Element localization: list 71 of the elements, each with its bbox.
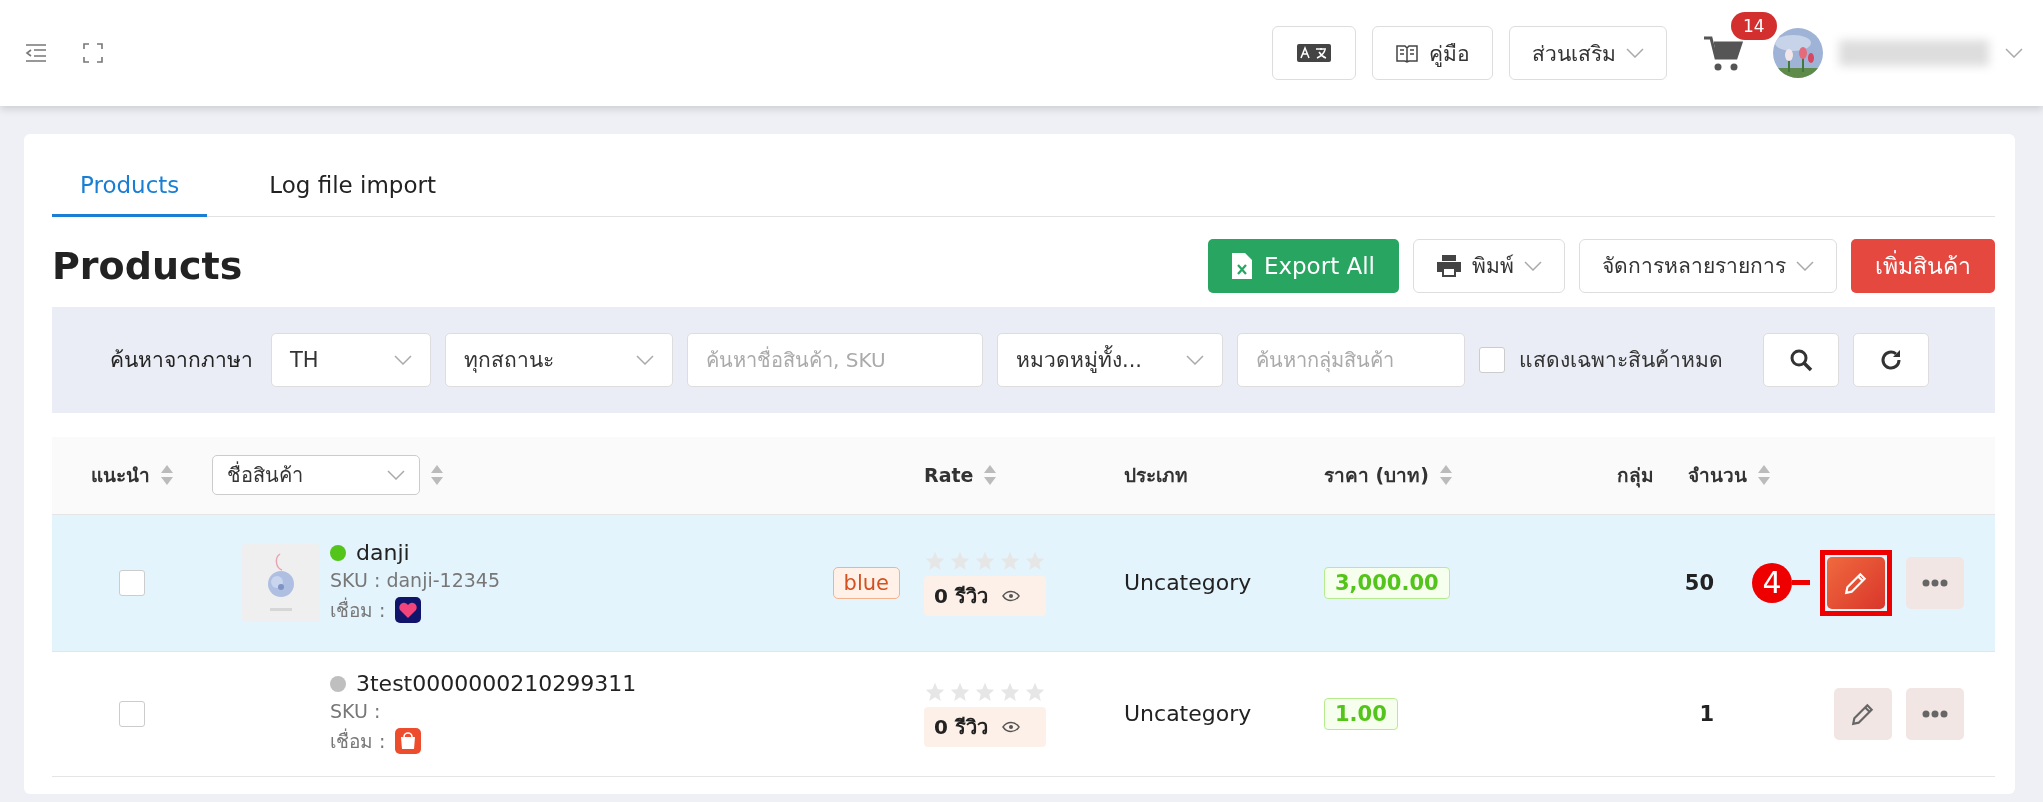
product-name[interactable]: 3test0000000210299311: [356, 671, 637, 696]
manual-button[interactable]: คู่มือ: [1372, 26, 1493, 80]
printer-icon: [1436, 253, 1462, 278]
product-tag: blue: [832, 566, 900, 599]
eye-icon: [1001, 589, 1020, 602]
name-column-select[interactable]: ชื่อสินค้า: [212, 455, 420, 495]
quantity: 50: [1684, 570, 1714, 595]
add-product-button[interactable]: เพิ่มสินค้า: [1851, 238, 1995, 293]
row-checkbox[interactable]: [119, 569, 145, 596]
page-title: Products: [52, 243, 244, 288]
fullscreen-icon[interactable]: [82, 42, 104, 64]
more-icon: [1922, 709, 1948, 718]
product-name[interactable]: danji: [356, 540, 410, 565]
account-chevron-icon: [2005, 48, 2023, 58]
quantity: 1: [1699, 701, 1714, 726]
row-checkbox[interactable]: [119, 700, 145, 727]
chevron-down-icon: [394, 354, 412, 365]
sku-text: SKU : danji-12345: [330, 569, 501, 591]
price-tag: 3,000.00: [1324, 566, 1450, 599]
language-select[interactable]: TH: [271, 332, 431, 387]
price-tag: 1.00: [1324, 697, 1398, 730]
review-count[interactable]: 0 รีวิว: [924, 706, 1046, 747]
tab[interactable]: Products: [52, 158, 208, 217]
column-header: ราคา (บาท): [1324, 463, 1429, 488]
group-search-field[interactable]: ค้นหากลุ่มสินค้า: [1237, 332, 1465, 387]
search-button[interactable]: [1763, 332, 1839, 387]
filter-label: ค้นหาจากภาษา: [110, 347, 253, 374]
more-button[interactable]: [1906, 556, 1964, 609]
bulk-actions-dropdown[interactable]: จัดการหลายรายการ: [1579, 238, 1837, 293]
chevron-down-icon: [1796, 260, 1814, 271]
checkbox[interactable]: [1479, 346, 1505, 373]
more-button[interactable]: [1906, 687, 1964, 740]
book-icon: [1395, 43, 1419, 63]
link-label: เชื่อม :: [330, 727, 386, 754]
link-label: เชื่อม :: [330, 596, 386, 623]
more-icon: [1922, 578, 1948, 587]
edit-button[interactable]: [1827, 556, 1885, 609]
review-count[interactable]: 0 รีวิว: [924, 575, 1046, 616]
sku-text: SKU :: [330, 700, 382, 722]
column-header: จำนวน: [1687, 463, 1747, 488]
tab[interactable]: Log file import: [241, 158, 464, 217]
eye-icon: [1001, 720, 1020, 733]
category-select[interactable]: หมวดหมู่ทั้ง...: [997, 332, 1223, 387]
chevron-down-icon: [1626, 48, 1644, 58]
chevron-down-icon: [1524, 260, 1542, 271]
product-type: Uncategory: [1124, 570, 1252, 595]
chevron-down-icon: [636, 354, 654, 365]
cart-icon[interactable]: [1703, 34, 1743, 72]
edit-button[interactable]: [1834, 687, 1892, 740]
column-header: Rate: [924, 464, 974, 486]
chevron-down-icon: [1186, 354, 1204, 365]
checkbox-label: แสดงเฉพาะสินค้าหมด: [1519, 347, 1723, 374]
search-field[interactable]: ค้นหาชื่อสินค้า, SKU: [687, 332, 983, 387]
menu-collapse-icon[interactable]: [24, 43, 48, 63]
addons-dropdown[interactable]: ส่วนเสริม: [1509, 26, 1667, 80]
translate-button[interactable]: [1272, 26, 1356, 80]
column-header: แนะนำ: [90, 463, 150, 488]
translate-icon: [1297, 44, 1331, 62]
shopping-bag-icon: [395, 728, 422, 754]
cart-count-badge: 14: [1731, 12, 1777, 40]
product-type: Uncategory: [1124, 701, 1252, 726]
table-row[interactable]: danji SKU : danji-12345 เชื่อม : blue 0 รีวิว Uncategory 3,000.00 50 4: [52, 514, 1995, 652]
column-header: กลุ่ม: [1617, 463, 1654, 490]
search-icon: [1789, 347, 1813, 372]
column-header: ประเภท: [1124, 463, 1188, 488]
print-dropdown[interactable]: พิมพ์: [1413, 238, 1565, 293]
refresh-button[interactable]: [1853, 332, 1929, 387]
chevron-down-icon: [387, 470, 405, 480]
status-select[interactable]: ทุกสถานะ: [445, 332, 673, 387]
step-number: 4: [1752, 562, 1792, 603]
excel-file-icon: [1231, 252, 1252, 279]
